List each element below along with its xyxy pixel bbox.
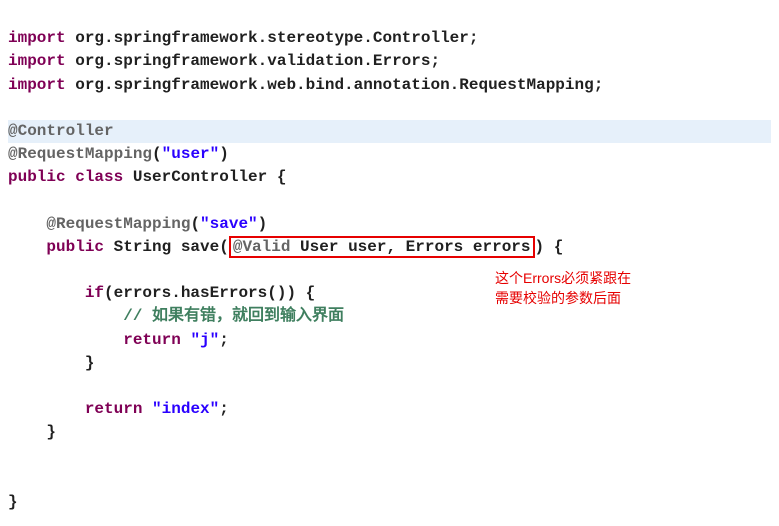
mapping-value: "save" bbox=[200, 215, 258, 233]
request-mapping-annotation: @RequestMapping bbox=[46, 215, 190, 233]
import-statement: org.springframework.validation.Errors; bbox=[66, 52, 440, 70]
import-keyword: import bbox=[8, 76, 66, 94]
import-keyword: import bbox=[8, 52, 66, 70]
return-keyword: return bbox=[123, 331, 181, 349]
public-keyword: public bbox=[8, 168, 66, 186]
highlighted-line: @Controller bbox=[8, 120, 771, 143]
controller-annotation: @Controller bbox=[8, 122, 114, 140]
class-keyword: class bbox=[75, 168, 123, 186]
note-line: 这个Errors必须紧跟在 bbox=[495, 268, 631, 288]
if-condition: (errors.hasErrors()) { bbox=[104, 284, 315, 302]
import-statement: org.springframework.web.bind.annotation.… bbox=[66, 76, 604, 94]
code-block: import org.springframework.stereotype.Co… bbox=[0, 0, 779, 518]
close-brace: } bbox=[8, 493, 18, 511]
close-brace: } bbox=[8, 423, 56, 441]
if-keyword: if bbox=[85, 284, 104, 302]
note-line: 需要校验的参数后面 bbox=[495, 288, 631, 308]
class-name: UserController { bbox=[123, 168, 286, 186]
mapping-value: "user" bbox=[162, 145, 220, 163]
return-value: "index" bbox=[152, 400, 219, 418]
import-statement: org.springframework.stereotype.Controlle… bbox=[66, 29, 479, 47]
valid-annotation: @Valid bbox=[233, 238, 291, 256]
method-signature: String save( bbox=[104, 238, 229, 256]
public-keyword: public bbox=[46, 238, 104, 256]
import-keyword: import bbox=[8, 29, 66, 47]
return-value: "j" bbox=[190, 331, 219, 349]
return-keyword: return bbox=[85, 400, 143, 418]
method-params: User user, Errors errors bbox=[290, 238, 530, 256]
annotation-note: 这个Errors必须紧跟在 需要校验的参数后面 bbox=[495, 268, 631, 309]
code-comment: // 如果有错，就回到输入界面 bbox=[123, 307, 344, 325]
highlighted-params-box: @Valid User user, Errors errors bbox=[229, 236, 535, 258]
request-mapping-annotation: @RequestMapping bbox=[8, 145, 152, 163]
close-brace: } bbox=[8, 354, 94, 372]
